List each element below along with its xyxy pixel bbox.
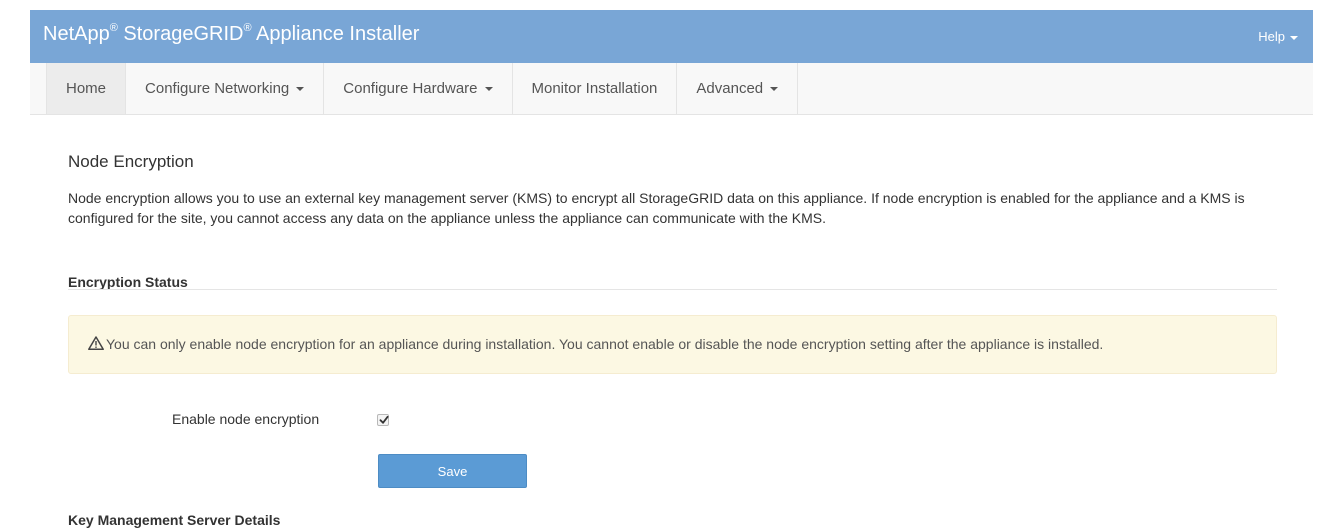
nav-item-configure-hardware[interactable]: Configure Hardware xyxy=(324,63,513,114)
product-name: StorageGRID xyxy=(123,23,244,45)
app-suffix: Appliance Installer xyxy=(251,23,420,45)
app-header: NetApp® StorageGRID® Appliance Installer… xyxy=(30,10,1313,63)
enable-node-encryption-checkbox[interactable] xyxy=(377,414,389,426)
nav-item-label: Advanced xyxy=(696,80,764,97)
nav-items: Home Configure Networking Configure Hard… xyxy=(46,63,799,114)
chevron-down-icon xyxy=(1290,35,1298,40)
encryption-status-heading: Encryption Status xyxy=(68,274,188,290)
brand-name: NetApp xyxy=(43,23,110,45)
warning-triangle-icon xyxy=(88,336,104,350)
section-divider xyxy=(68,289,1277,290)
warning-alert: You can only enable node encryption for … xyxy=(68,315,1277,374)
help-label: Help xyxy=(1258,29,1285,44)
nav-item-label: Configure Networking xyxy=(145,80,290,97)
enable-node-encryption-label: Enable node encryption xyxy=(172,411,320,427)
main-nav: Home Configure Networking Configure Hard… xyxy=(30,63,1313,115)
alert-text: You can only enable node encryption for … xyxy=(106,336,1104,352)
registered-mark: ® xyxy=(109,22,118,35)
kms-details-heading: Key Management Server Details xyxy=(68,512,281,528)
nav-item-label: Monitor Installation xyxy=(531,80,658,97)
help-menu[interactable]: Help xyxy=(1258,29,1298,44)
chevron-down-icon xyxy=(770,87,779,92)
page-title: Node Encryption xyxy=(68,152,194,171)
chevron-down-icon xyxy=(296,87,305,92)
nav-item-label: Home xyxy=(66,80,107,97)
nav-item-label: Configure Hardware xyxy=(343,80,478,97)
page-description: Node encryption allows you to use an ext… xyxy=(68,190,1245,226)
checkmark-icon xyxy=(379,415,389,424)
nav-item-advanced[interactable]: Advanced xyxy=(677,63,799,114)
save-button[interactable]: Save xyxy=(378,454,527,488)
app-title[interactable]: NetApp® StorageGRID® Appliance Installer xyxy=(43,22,420,46)
nav-item-home[interactable]: Home xyxy=(47,63,127,114)
nav-item-configure-networking[interactable]: Configure Networking xyxy=(126,63,325,114)
registered-mark: ® xyxy=(243,22,252,35)
nav-item-monitor-installation[interactable]: Monitor Installation xyxy=(513,63,678,114)
chevron-down-icon xyxy=(484,87,493,92)
